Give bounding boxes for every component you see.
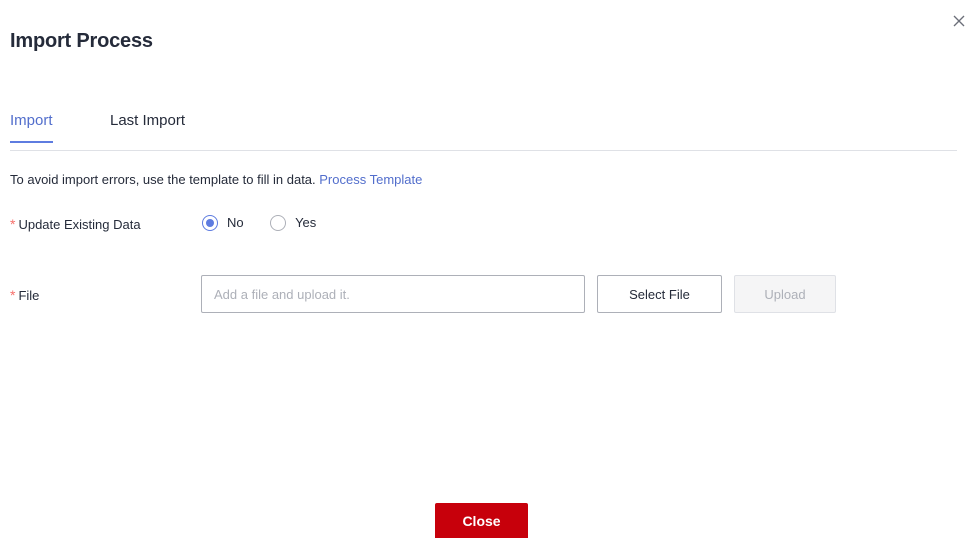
- tab-last-import[interactable]: Last Import: [110, 112, 185, 141]
- import-process-dialog: Import Process Import Last Import To avo…: [0, 0, 968, 538]
- file-label: * File: [10, 287, 39, 303]
- file-input[interactable]: [201, 275, 585, 313]
- required-mark: *: [10, 216, 16, 232]
- select-file-button[interactable]: Select File: [597, 275, 722, 313]
- radio-no-label: No: [227, 215, 244, 231]
- file-label-text: File: [18, 288, 40, 303]
- template-notice: To avoid import errors, use the template…: [10, 172, 422, 187]
- close-button[interactable]: Close: [435, 503, 528, 538]
- tab-import[interactable]: Import: [10, 112, 53, 143]
- required-mark: *: [10, 287, 16, 303]
- close-icon[interactable]: [952, 14, 966, 28]
- radio-no-circle[interactable]: [202, 214, 218, 231]
- update-existing-data-label: * Update Existing Data: [10, 216, 141, 232]
- radio-yes-label: Yes: [295, 215, 317, 231]
- tab-bar: Import Last Import: [10, 100, 957, 151]
- update-existing-data-radio-group: No Yes: [202, 214, 338, 236]
- update-existing-data-text: Update Existing Data: [18, 217, 141, 232]
- radio-yes[interactable]: Yes: [270, 214, 316, 232]
- radio-no[interactable]: No: [202, 214, 244, 232]
- radio-yes-circle[interactable]: [270, 214, 287, 231]
- notice-text: To avoid import errors, use the template…: [10, 172, 320, 187]
- dialog-title: Import Process: [10, 30, 153, 52]
- process-template-link[interactable]: Process Template: [319, 172, 422, 187]
- upload-button[interactable]: Upload: [734, 275, 836, 313]
